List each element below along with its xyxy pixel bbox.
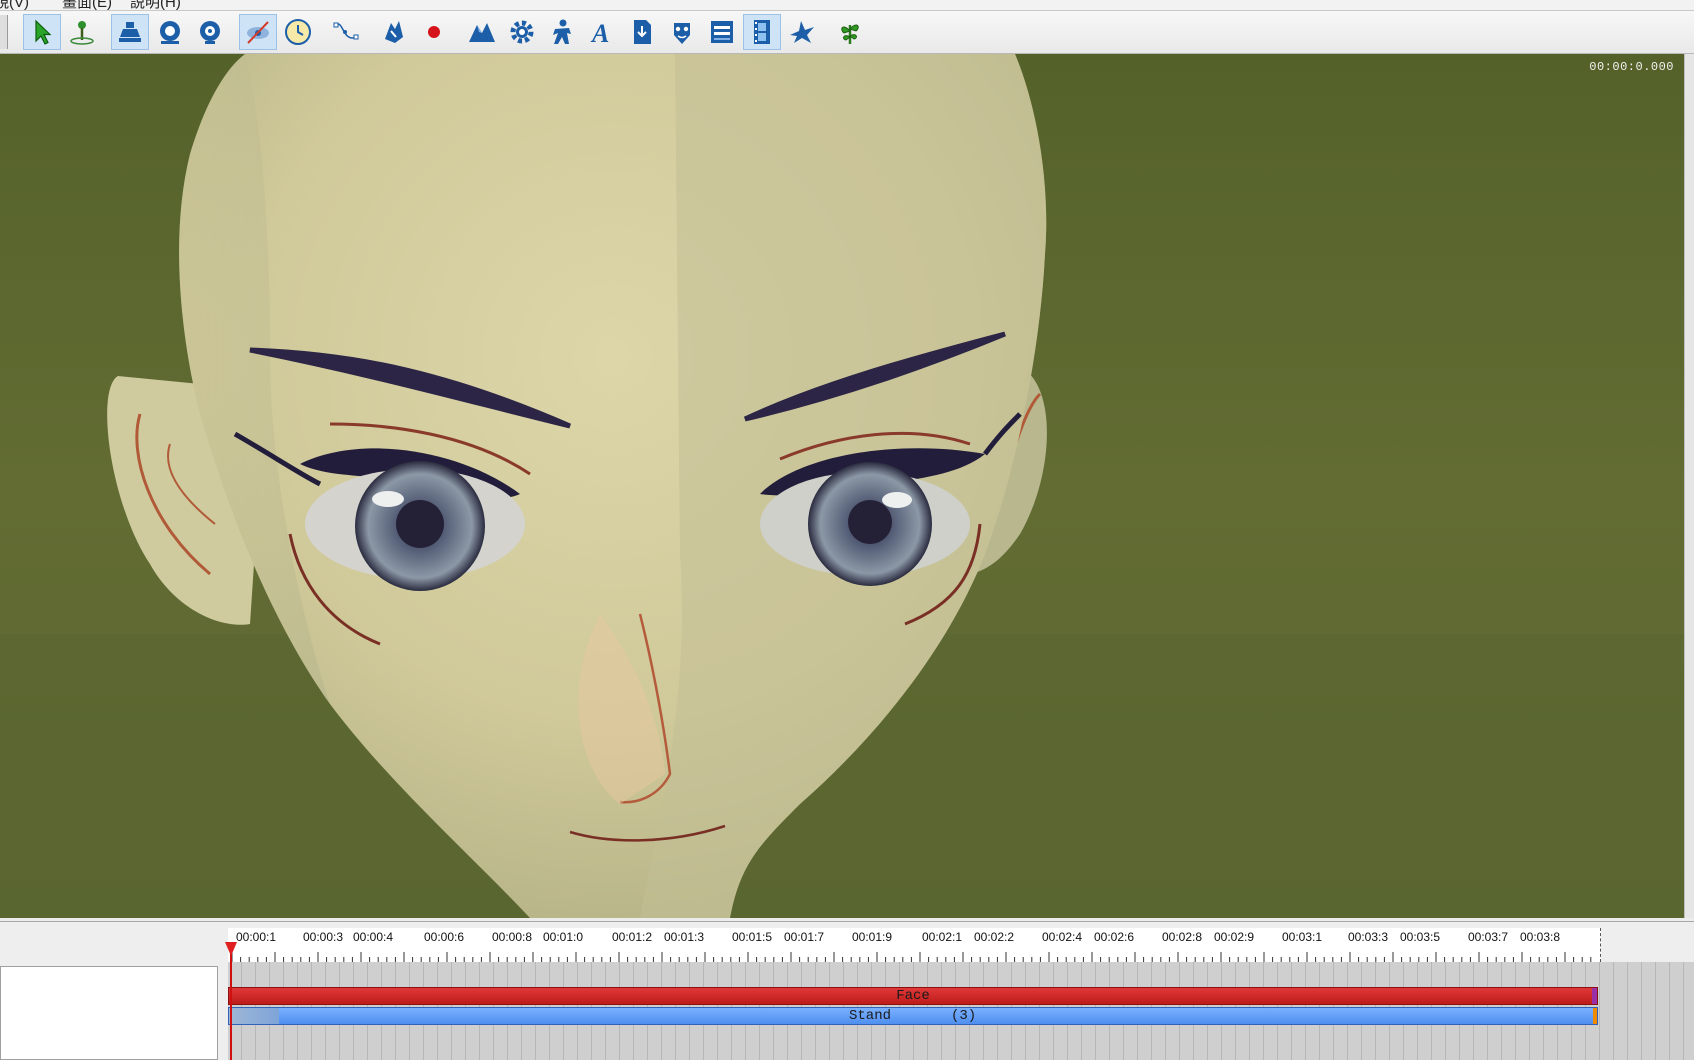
toolbar-grip[interactable]: [0, 15, 8, 49]
record-icon: [428, 26, 440, 38]
hand-button[interactable]: [375, 14, 413, 50]
text-button[interactable]: A: [583, 14, 621, 50]
orbit-icon: [160, 21, 180, 44]
ruler-time-label: 00:02:6: [1094, 930, 1135, 944]
time-button[interactable]: [279, 14, 317, 50]
orbit-button[interactable]: [151, 14, 189, 50]
select-tool-button[interactable]: [23, 14, 61, 50]
ruler-time-label: 00:00:1: [236, 930, 277, 944]
character-icon: [553, 19, 571, 44]
effect-button[interactable]: [783, 14, 821, 50]
ruler-time-label: 00:01:7: [784, 930, 825, 944]
record-button[interactable]: [415, 14, 453, 50]
ruler-time-label: 00:03:5: [1400, 930, 1441, 944]
menu-view[interactable]: 視(V): [0, 0, 29, 10]
film-icon: [754, 20, 770, 44]
ruler-time-label: 00:00:3: [303, 930, 344, 944]
ruler-time-label: 00:01:0: [543, 930, 584, 944]
track-list-panel[interactable]: [0, 966, 218, 1060]
timeline-ruler[interactable]: 00:00:1 00:00:3 00:00:4 00:00:6 00:00:8 00:01…: [228, 928, 1601, 962]
face-button[interactable]: [663, 14, 701, 50]
ruler-ticks: [231, 952, 1592, 962]
camera-stage-icon: [119, 22, 141, 42]
gear-icon: [510, 20, 534, 44]
import-icon: [634, 20, 651, 44]
move-pin-icon: [70, 21, 94, 45]
bird-icon: [790, 21, 814, 43]
face-track-end-handle[interactable]: [1592, 988, 1597, 1004]
settings-button[interactable]: [503, 14, 541, 50]
terrain-icon: [469, 23, 495, 42]
stand-track-end-handle[interactable]: [1593, 1008, 1597, 1024]
main-toolbar: A: [0, 11, 1694, 54]
character-head-render: [0, 54, 1684, 918]
ruler-time-label: 00:02:4: [1042, 930, 1083, 944]
playhead-marker[interactable]: [225, 942, 237, 956]
ruler-time-label: 00:00:4: [353, 930, 394, 944]
zoom-button[interactable]: [191, 14, 229, 50]
ruler-time-label: 00:03:7: [1468, 930, 1509, 944]
ruler-time-label: 00:02:1: [922, 930, 963, 944]
menu-help[interactable]: 説明(H): [130, 0, 181, 10]
import-button[interactable]: [623, 14, 661, 50]
playhead-line: [230, 952, 232, 1060]
ruler-time-label: 00:02:8: [1162, 930, 1203, 944]
terrain-button[interactable]: [463, 14, 501, 50]
viewport-timecode: 00:00:0.000: [1589, 60, 1674, 74]
ruler-time-label: 00:03:1: [1282, 930, 1323, 944]
stand-track-label: Stand: [849, 1008, 892, 1024]
ruler-time-label: 00:01:9: [852, 930, 893, 944]
menubar: 視(V) 畫面(E) 説明(H): [0, 0, 1694, 11]
panel-icon: [711, 21, 733, 43]
timeline-panel: 00:00:1 00:00:3 00:00:4 00:00:6 00:00:8 00:01…: [0, 921, 1694, 1060]
hide-toggle-button[interactable]: [239, 14, 277, 50]
camera-stage-button[interactable]: [111, 14, 149, 50]
ruler-time-label: 00:01:5: [732, 930, 773, 944]
hand-icon: [385, 21, 403, 43]
ruler-time-label: 00:03:8: [1520, 930, 1561, 944]
panel-button[interactable]: [703, 14, 741, 50]
face-track-clip[interactable]: Face: [228, 987, 1598, 1005]
path-button[interactable]: [327, 14, 365, 50]
stand-track-clip[interactable]: Stand (3): [228, 1007, 1598, 1025]
stand-track-blend: [229, 1008, 279, 1024]
zoom-circle-icon: [200, 21, 220, 44]
ruler-time-label: 00:03:3: [1348, 930, 1389, 944]
viewport-scrollbar[interactable]: [1684, 54, 1694, 918]
scene-viewport[interactable]: 00:00:0.000: [0, 54, 1684, 918]
clock-icon: [285, 19, 311, 45]
svg-text:A: A: [590, 19, 609, 47]
curve-path-icon: [333, 22, 359, 40]
ruler-time-label: 00:02:2: [974, 930, 1015, 944]
character-button[interactable]: [543, 14, 581, 50]
nature-button[interactable]: [831, 14, 869, 50]
text-icon: A: [590, 19, 609, 47]
hidden-eye-icon: [247, 21, 269, 44]
ruler-time-label: 00:00:6: [424, 930, 465, 944]
menu-screen[interactable]: 畫面(E): [62, 0, 112, 10]
ruler-time-label: 00:02:9: [1214, 930, 1255, 944]
face-track-label: Face: [896, 988, 930, 1004]
film-button[interactable]: [743, 14, 781, 50]
plant-icon: [841, 24, 859, 44]
move-tool-button[interactable]: [63, 14, 101, 50]
stand-track-count: (3): [951, 1008, 977, 1024]
ruler-time-label: 00:01:2: [612, 930, 653, 944]
face-icon: [674, 23, 690, 44]
ruler-time-label: 00:00:8: [492, 930, 533, 944]
select-arrow-icon: [35, 19, 52, 45]
ruler-time-label: 00:01:3: [664, 930, 705, 944]
